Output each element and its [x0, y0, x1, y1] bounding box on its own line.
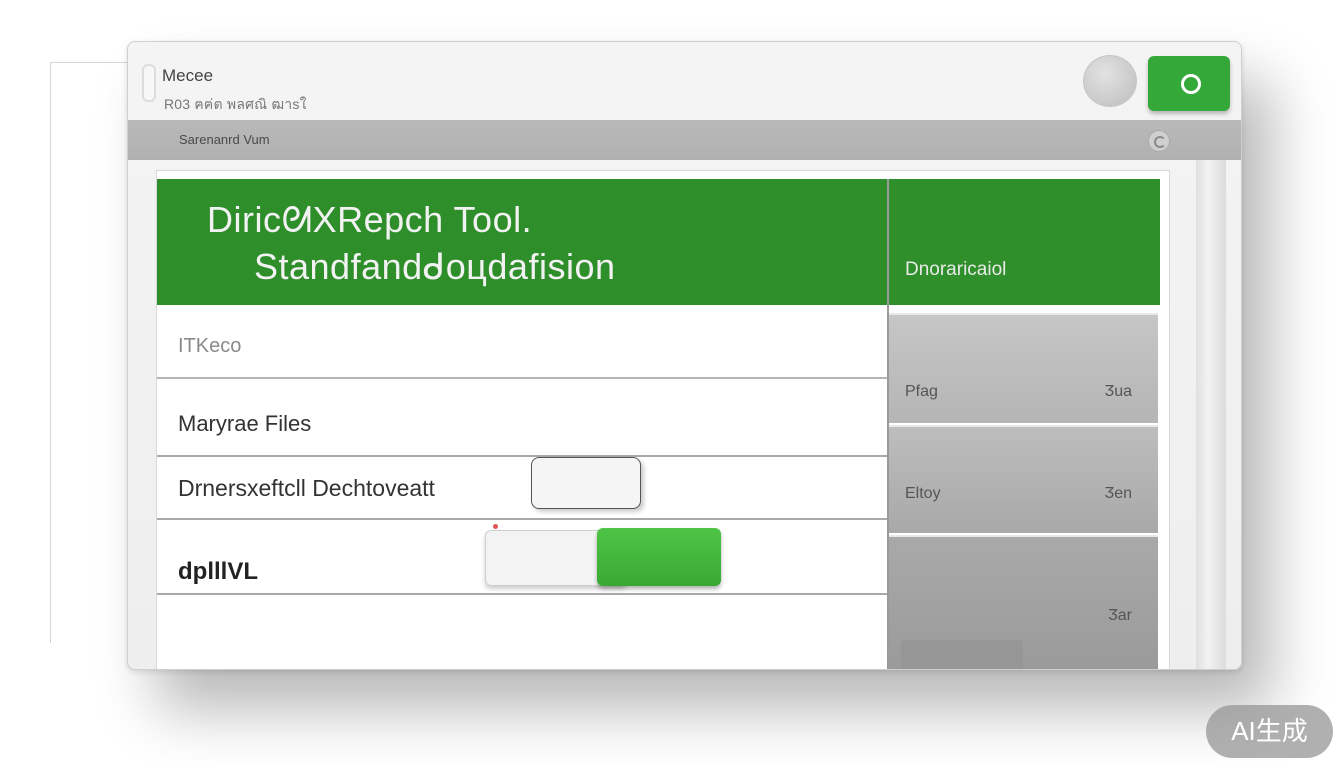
banner-subtitle: Standfandᑯoцdafision	[254, 246, 616, 287]
toggle-knob[interactable]	[597, 528, 721, 586]
side-card[interactable]: Pfag Ӡua	[889, 313, 1158, 423]
banner-title: DiricᘛXRepch Tool.	[207, 199, 533, 240]
row-label: dplllVL	[178, 558, 258, 585]
scrollbar[interactable]	[1196, 160, 1226, 669]
side-card-key: Eltoy	[905, 485, 941, 502]
list-item[interactable]: ITKeco	[157, 305, 887, 379]
row-label: ITKeco	[178, 335, 242, 357]
window-round-button[interactable]	[1083, 55, 1137, 107]
side-card-tab[interactable]	[901, 640, 1023, 669]
side-card[interactable]: Eltoy Ӡen	[889, 425, 1158, 533]
app-icon	[142, 64, 156, 102]
list-item[interactable]: Maryrae Files	[157, 379, 887, 457]
app-name: Mecee	[162, 66, 214, 85]
side-card-value: Ӡua	[1104, 383, 1132, 400]
row-label: Drnersxeftcll Dechtoveatt	[178, 475, 435, 501]
toggle-switch-off[interactable]	[531, 457, 641, 509]
power-ring-icon	[1181, 74, 1201, 94]
refresh-icon[interactable]	[1148, 130, 1170, 152]
main-content: DiricᘛXRepch Tool. Standfandᑯoцdafision …	[156, 170, 1170, 669]
toolbar-label: Sarenanrd Vum	[179, 132, 270, 147]
empty-row	[157, 595, 887, 669]
toolbar: Sarenanrd Vum	[128, 120, 1241, 160]
side-panel: Dnoraricaiol Pfag Ӡua Eltoy Ӡen Ӡar	[887, 179, 1160, 669]
row-label: Maryrae Files	[178, 411, 312, 436]
tool-banner: DiricᘛXRepch Tool. Standfandᑯoцdafision	[157, 179, 887, 305]
side-panel-header: Dnoraricaiol	[889, 179, 1160, 305]
app-subtitle: R03 ฅฅ่ต พลศณิ ฒาsใ	[164, 96, 307, 112]
indicator-dot	[493, 524, 498, 529]
ai-generated-watermark: AI生成	[1206, 705, 1333, 758]
side-card[interactable]: Ӡar	[889, 535, 1158, 669]
list-item: Drnersxeftcll Dechtoveatt	[157, 457, 887, 520]
power-button[interactable]	[1148, 56, 1230, 111]
side-card-key: Pfag	[905, 383, 938, 400]
list-item: dplllVL	[157, 520, 887, 595]
app-window: Mecee R03 ฅฅ่ต พลศณิ ฒาsใ Sarenanrd Vum …	[127, 41, 1242, 670]
side-panel-title: Dnoraricaiol	[905, 259, 1007, 280]
side-card-value: Ӡen	[1104, 485, 1132, 502]
side-card-value: Ӡar	[1108, 607, 1132, 624]
